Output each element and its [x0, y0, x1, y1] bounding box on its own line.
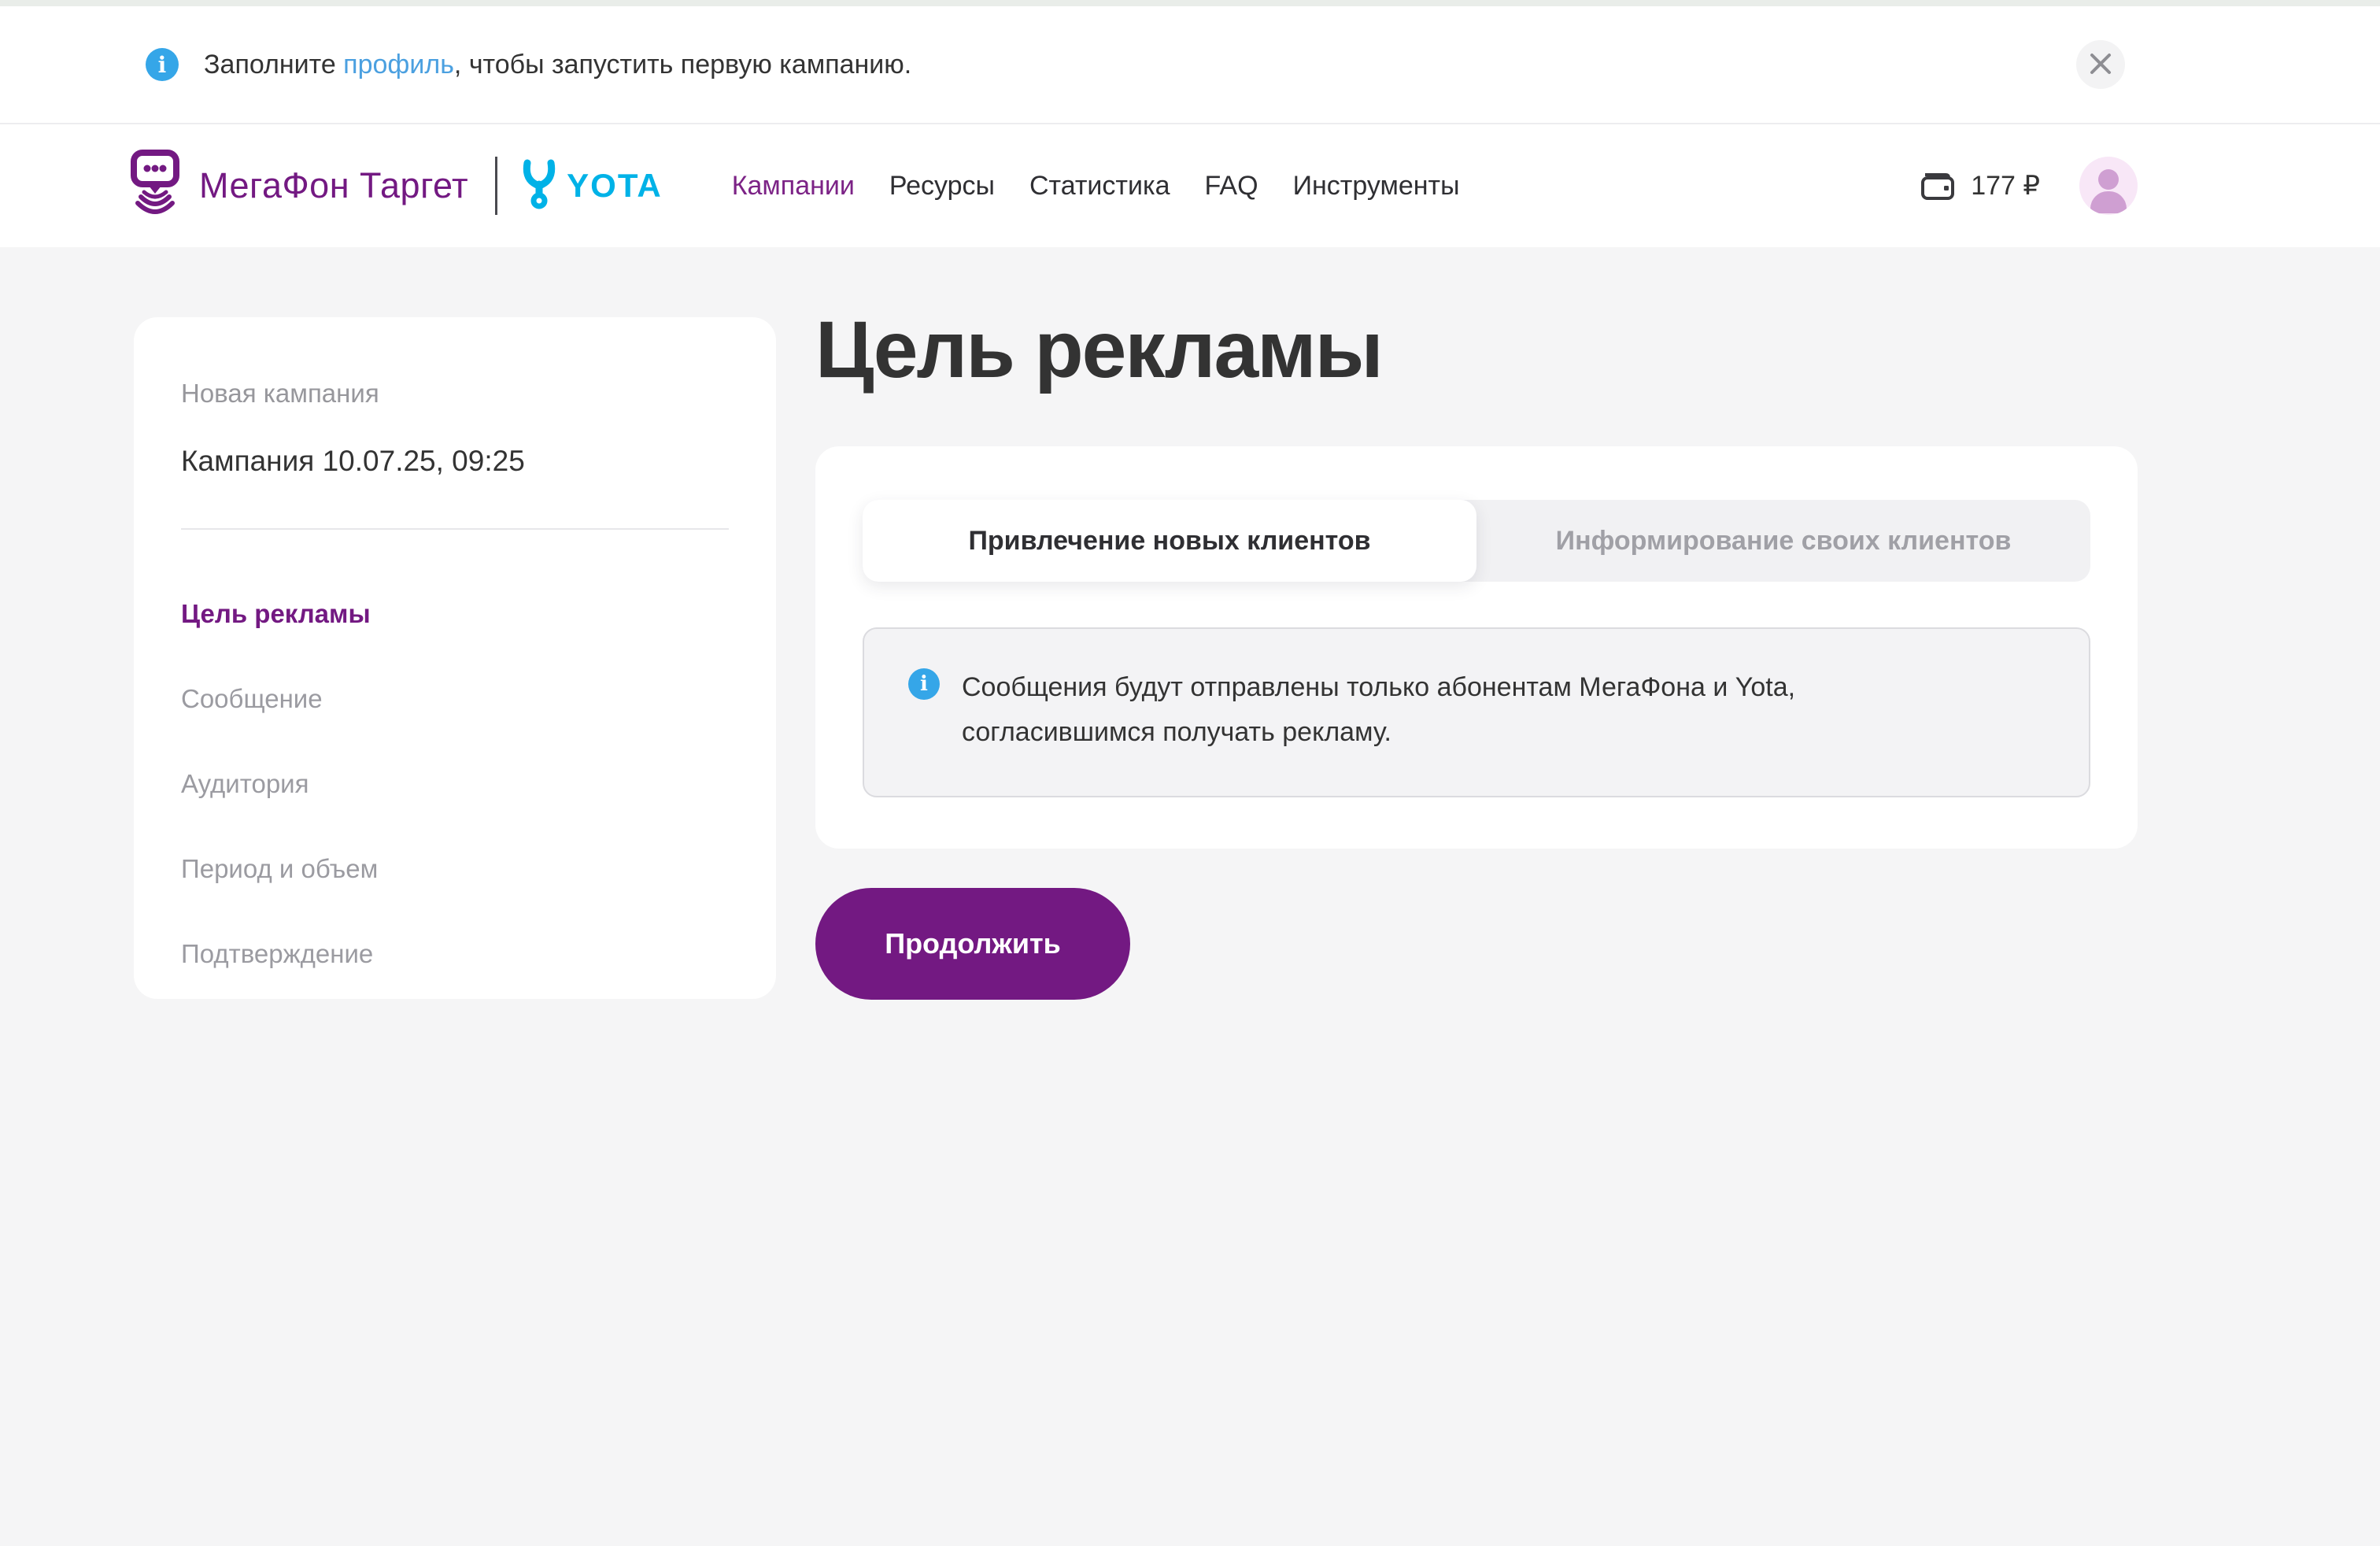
step-message[interactable]: Сообщение — [181, 684, 729, 714]
yota-name: YOTA — [567, 167, 663, 205]
steps-list: Цель рекламы Сообщение Аудитория Период … — [181, 599, 729, 969]
step-audience[interactable]: Аудитория — [181, 769, 729, 799]
main-nav: Кампании Ресурсы Статистика FAQ Инструме… — [732, 171, 1460, 202]
info-icon: i — [146, 48, 179, 81]
info-note-text: Сообщения будут отправлены только абонен… — [962, 665, 1890, 755]
goal-card: Привлечение новых клиентов Информировани… — [815, 446, 2138, 849]
campaign-steps-sidebar: Новая кампания Кампания 10.07.25, 09:25 … — [134, 317, 776, 999]
yota-logo-group[interactable]: YOTA — [521, 159, 663, 213]
tab-own-clients[interactable]: Информирование своих клиентов — [1476, 500, 2090, 582]
campaign-name: Кампания 10.07.25, 09:25 — [181, 445, 729, 478]
info-note: i Сообщения будут отправлены только абон… — [863, 627, 2090, 797]
brand-divider — [495, 157, 497, 215]
yota-logo-icon — [521, 159, 557, 213]
sidebar-subtitle: Новая кампания — [181, 379, 729, 409]
info-icon: i — [908, 668, 940, 700]
header: МегаФон Таргет YOTA Кампании Ресурсы Ста… — [0, 124, 2380, 247]
page-title: Цель рекламы — [815, 304, 1382, 396]
banner-text-after: , чтобы запустить первую кампанию. — [454, 50, 911, 80]
megafon-target-logo-icon — [130, 150, 180, 223]
banner-text: Заполните профиль, чтобы запустить перву… — [204, 50, 911, 80]
tab-new-clients[interactable]: Привлечение новых клиентов — [863, 500, 1476, 582]
brand-logo-group[interactable]: МегаФон Таргет — [130, 150, 468, 223]
nav-item-tools[interactable]: Инструменты — [1293, 171, 1460, 202]
balance-widget[interactable]: 177 ₽ — [1919, 167, 2040, 205]
top-strip — [0, 0, 2380, 6]
goal-tabs: Привлечение новых клиентов Информировани… — [863, 500, 2090, 582]
avatar[interactable] — [2079, 157, 2138, 215]
profile-link[interactable]: профиль — [343, 50, 454, 80]
step-goal[interactable]: Цель рекламы — [181, 599, 729, 629]
nav-item-faq[interactable]: FAQ — [1205, 171, 1258, 202]
banner-text-before: Заполните — [204, 50, 343, 80]
banner-close-button[interactable] — [2076, 40, 2125, 89]
page: i Заполните профиль, чтобы запустить пер… — [0, 0, 2380, 1546]
nav-item-campaigns[interactable]: Кампании — [732, 171, 855, 202]
sidebar-divider — [181, 528, 729, 530]
step-confirmation[interactable]: Подтверждение — [181, 939, 729, 969]
continue-button[interactable]: Продолжить — [815, 888, 1130, 1000]
balance-amount: 177 ₽ — [1971, 170, 2040, 202]
avatar-person-body — [2090, 191, 2127, 213]
content-area: Новая кампания Кампания 10.07.25, 09:25 … — [0, 247, 2380, 1546]
wallet-icon — [1919, 167, 1957, 205]
nav-item-statistics[interactable]: Статистика — [1029, 171, 1170, 202]
notification-banner: i Заполните профиль, чтобы запустить пер… — [0, 6, 2380, 124]
brand-name: МегаФон Таргет — [199, 165, 468, 206]
avatar-person-icon — [2098, 169, 2119, 190]
nav-item-resources[interactable]: Ресурсы — [889, 171, 995, 202]
close-icon — [2090, 53, 2112, 77]
step-period-volume[interactable]: Период и объем — [181, 854, 729, 884]
